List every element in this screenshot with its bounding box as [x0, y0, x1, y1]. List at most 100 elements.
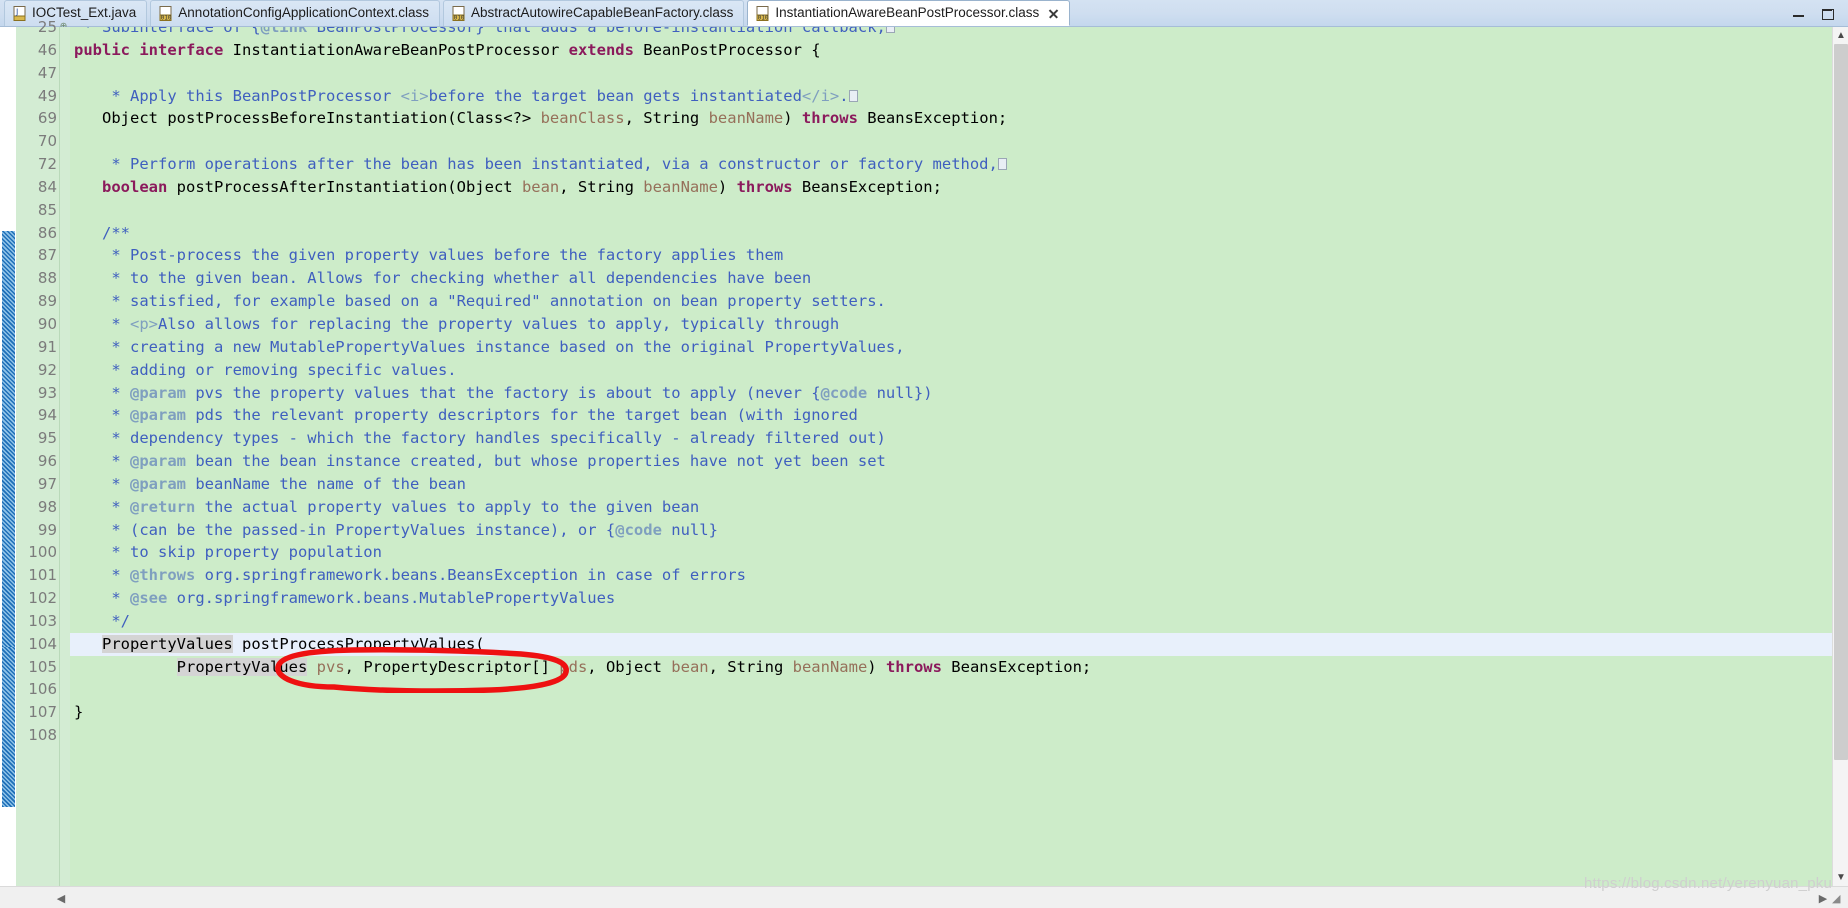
line-number: 46: [37, 40, 57, 59]
line-number: 95: [37, 429, 57, 448]
line-number: 90: [37, 314, 57, 333]
code-line: * creating a new MutablePropertyValues i…: [74, 337, 905, 356]
control-character-glyph: [848, 89, 858, 102]
code-line: * @throws org.springframework.beans.Bean…: [74, 566, 746, 585]
code-line: * adding or removing specific values.: [74, 360, 457, 379]
code-line: * @return the actual property values to …: [74, 497, 700, 516]
line-number: 108: [28, 726, 57, 745]
line-number: 99: [37, 520, 57, 539]
line-number: 72⊕: [16, 153, 67, 176]
code-line: * <p>Also allows for replacing the prope…: [74, 314, 840, 333]
control-character-glyph: [997, 158, 1007, 171]
line-number: 96: [37, 452, 57, 471]
editor-tab-bar: J IOCTest_Ext.java 010 AnnotationConfigA…: [0, 0, 1848, 27]
code-line: * @param bean the bean instance created,…: [74, 452, 886, 471]
fold-column[interactable]: [60, 27, 70, 908]
code-line: */: [74, 611, 130, 630]
class-file-icon: 010: [756, 5, 770, 21]
code-line: * to the given bean. Allows for checking…: [74, 269, 812, 288]
code-line: * Perform operations after the bean has …: [70, 153, 1848, 176]
change-indicator-ribbon: [0, 27, 16, 908]
maximize-icon[interactable]: [1821, 7, 1834, 20]
minimize-icon[interactable]: [1792, 7, 1805, 20]
code-line: * satisfied, for example based on a "Req…: [74, 292, 886, 311]
code-line: * dependency types - which the factory h…: [74, 429, 886, 448]
tab-instantiationawarebeanpostprocessor-class[interactable]: 010 InstantiationAwareBeanPostProcessor.…: [747, 0, 1071, 26]
folded-region-marker: [2, 647, 15, 807]
code-editor[interactable]: 25⊕46 47 49⊕69 70 72⊕84 85 86⊖87 88 89 90 91 92 93 94…: [0, 18, 1848, 908]
vertical-scrollbar[interactable]: ▲ ▼: [1832, 27, 1848, 908]
code-line: public interface InstantiationAwareBeanP…: [74, 40, 821, 59]
line-number: 70: [37, 132, 57, 151]
tab-label: AnnotationConfigApplicationContext.class: [178, 5, 429, 21]
scroll-up-icon[interactable]: ▲: [1833, 27, 1848, 44]
code-line: * Apply this BeanPostProcessor <i>before…: [70, 85, 1848, 108]
line-number: 89: [37, 292, 57, 311]
folded-region-marker: [2, 231, 15, 647]
line-number: 98: [37, 497, 57, 516]
view-window-controls: [1792, 0, 1848, 26]
line-number: 97: [37, 474, 57, 493]
code-text-area[interactable]: * Subinterface of {@link BeanPostProcess…: [70, 27, 1848, 908]
svg-text:010: 010: [161, 15, 172, 21]
code-line: }: [74, 703, 84, 722]
code-line: * @param pvs the property values that th…: [74, 383, 933, 402]
line-number: 85: [37, 200, 57, 219]
line-number: 69: [37, 109, 57, 128]
code-line: * Post-process the given property values…: [74, 246, 784, 265]
code-line: * @see org.springframework.beans.Mutable…: [74, 589, 616, 608]
line-number: 94: [37, 406, 57, 425]
code-line: boolean postProcessAfterInstantiation(Ob…: [102, 177, 942, 196]
scroll-right-icon[interactable]: ▶: [1814, 887, 1832, 908]
code-line: /**: [74, 223, 130, 242]
line-number: 87: [37, 246, 57, 265]
tab-annotationconfigapplicationcontext-class[interactable]: 010 AnnotationConfigApplicationContext.c…: [150, 0, 440, 26]
line-number: 84: [37, 177, 57, 196]
line-number: 47: [37, 63, 57, 82]
vertical-scrollbar-thumb[interactable]: [1834, 44, 1848, 760]
code-line: * (can be the passed-in PropertyValues i…: [74, 520, 718, 539]
line-number: 107: [28, 703, 57, 722]
line-number: 49⊕: [16, 85, 67, 108]
class-file-icon: 010: [452, 6, 466, 21]
line-number: 102: [28, 589, 57, 608]
resize-grip-icon[interactable]: ◢: [1832, 892, 1846, 906]
line-number: 86⊖: [16, 222, 67, 245]
tab-abstractautowirecapablebeanfactory-class[interactable]: 010 AbstractAutowireCapableBeanFactory.c…: [442, 0, 745, 26]
line-number: 106: [28, 680, 57, 699]
tab-bar-spacer: [1073, 0, 1792, 26]
code-line: * to skip property population: [74, 543, 382, 562]
scroll-left-icon[interactable]: ◀: [52, 887, 70, 908]
code-line: PropertyValues pvs, PropertyDescriptor[]…: [176, 657, 1092, 676]
tab-label: InstantiationAwareBeanPostProcessor.clas…: [775, 4, 1040, 20]
line-number: 92: [37, 360, 57, 379]
code-line: * Subinterface of {@link BeanPostProcess…: [70, 27, 1848, 39]
line-number: 93: [37, 383, 57, 402]
scroll-down-icon[interactable]: ▼: [1833, 869, 1848, 886]
line-number: 100: [28, 543, 57, 562]
tab-label: AbstractAutowireCapableBeanFactory.class: [470, 5, 734, 21]
line-number: 88: [37, 269, 57, 288]
line-number: 25⊕: [16, 16, 67, 39]
svg-text:010: 010: [758, 14, 769, 20]
line-number: 104⊖: [16, 633, 67, 656]
code-line: * @param pds the relevant property descr…: [74, 406, 858, 425]
horizontal-scrollbar[interactable]: ◀ ▶: [0, 886, 1848, 908]
line-number: 91: [37, 337, 57, 356]
code-line: * @param beanName the name of the bean: [74, 474, 466, 493]
svg-text:010: 010: [454, 15, 465, 21]
line-number: 101: [28, 566, 57, 585]
class-file-icon: 010: [159, 6, 173, 21]
code-line: Object postProcessBeforeInstantiation(Cl…: [74, 109, 1008, 128]
line-number-gutter: 25⊕46 47 49⊕69 70 72⊕84 85 86⊖87 88 89 90 91 92 93 94…: [16, 18, 67, 908]
line-number: 103: [28, 611, 57, 630]
close-icon[interactable]: [1048, 8, 1059, 19]
code-line-current: PropertyValues postProcessPropertyValues…: [70, 632, 1848, 656]
line-number: 105: [28, 657, 57, 676]
control-character-glyph: [885, 27, 895, 33]
